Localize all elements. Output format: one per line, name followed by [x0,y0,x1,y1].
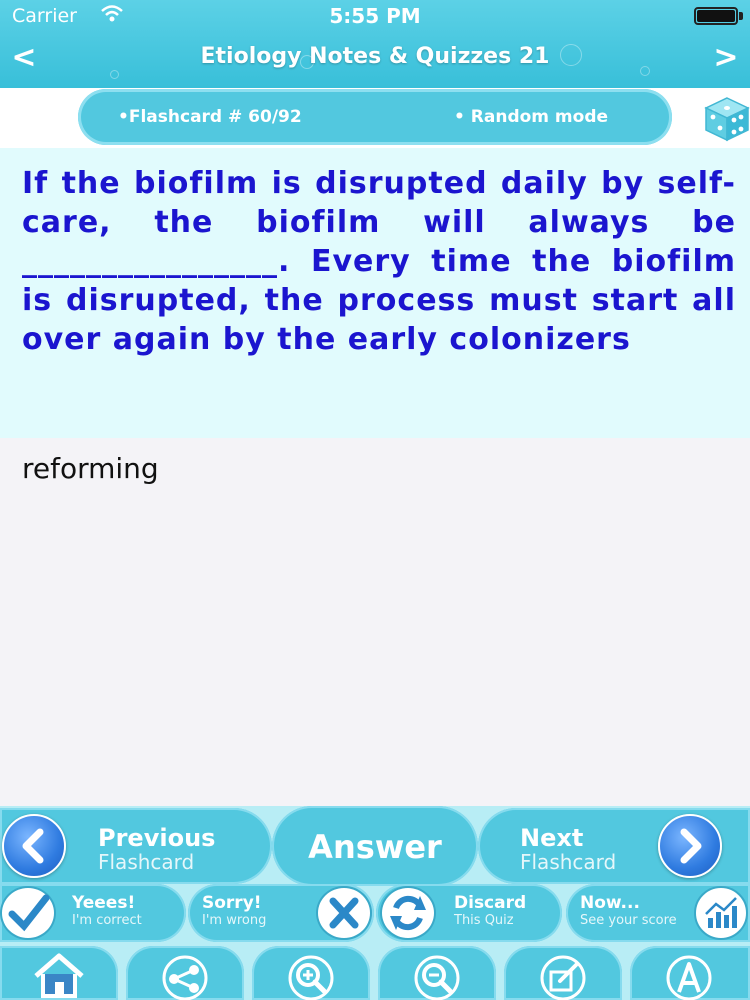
forward-button[interactable]: > [706,38,746,78]
zoom-out-button[interactable] [378,946,496,1000]
chart-icon [694,886,748,940]
correct-button[interactable]: Yeees! I'm correct [0,884,186,942]
answer-button-label: Answer [308,828,442,866]
answer-text: reforming [22,452,159,485]
battery-tip [739,12,743,20]
correct-subtitle: I'm correct [72,913,142,928]
question-text: If the biofilm is disrupted daily by sel… [22,166,736,357]
dice-icon[interactable] [704,96,750,142]
chevron-left-icon [2,814,66,878]
info-row: •Flashcard # 60/92 • Random mode [0,88,750,148]
status-time: 5:55 PM [329,4,421,28]
wrong-title: Sorry! [202,893,262,913]
recycle-icon [380,886,436,940]
next-subtitle: Flashcard [520,850,617,874]
discard-subtitle: This Quiz [454,913,514,928]
check-icon [0,886,56,940]
score-title: Now... [580,893,640,913]
font-button[interactable] [630,946,750,1000]
previous-title: Previous [98,824,216,852]
zoom-in-icon [282,950,340,1000]
page-title: Etiology Notes & Quizzes 21 [200,44,550,69]
flashcard-counter: •Flashcard # 60/92 [118,107,302,127]
top-bar: Carrier 5:55 PM < Etiology Notes & Quizz… [0,0,750,88]
edit-icon [534,950,592,1000]
edit-button[interactable] [504,946,622,1000]
next-title: Next [520,824,584,852]
wrong-button[interactable]: Sorry! I'm wrong [188,884,374,942]
decor-bubble [110,70,119,79]
status-bar: Carrier 5:55 PM [0,0,750,30]
home-button[interactable] [0,946,118,1000]
home-icon [30,950,88,1000]
question-area: If the biofilm is disrupted daily by sel… [0,148,750,438]
answer-button[interactable]: Answer [272,806,478,886]
previous-flashcard-button[interactable]: Previous Flashcard [0,808,272,884]
wrong-subtitle: I'm wrong [202,913,267,928]
mode-label: • Random mode [454,107,609,127]
chevron-right-icon [658,814,722,878]
battery-icon [694,7,738,25]
share-button[interactable] [126,946,244,1000]
discard-quiz-button[interactable]: Discard This Quiz [376,884,562,942]
zoom-out-icon [408,950,466,1000]
close-icon [316,886,372,940]
previous-subtitle: Flashcard [98,850,195,874]
discard-title: Discard [454,893,527,913]
correct-title: Yeees! [72,893,136,913]
share-icon [156,950,214,1000]
font-icon [660,950,718,1000]
info-pill: •Flashcard # 60/92 • Random mode [78,89,672,145]
next-flashcard-button[interactable]: Next Flashcard [478,808,750,884]
score-subtitle: See your score [580,913,677,928]
zoom-in-button[interactable] [252,946,370,1000]
see-score-button[interactable]: Now... See your score [566,884,750,942]
